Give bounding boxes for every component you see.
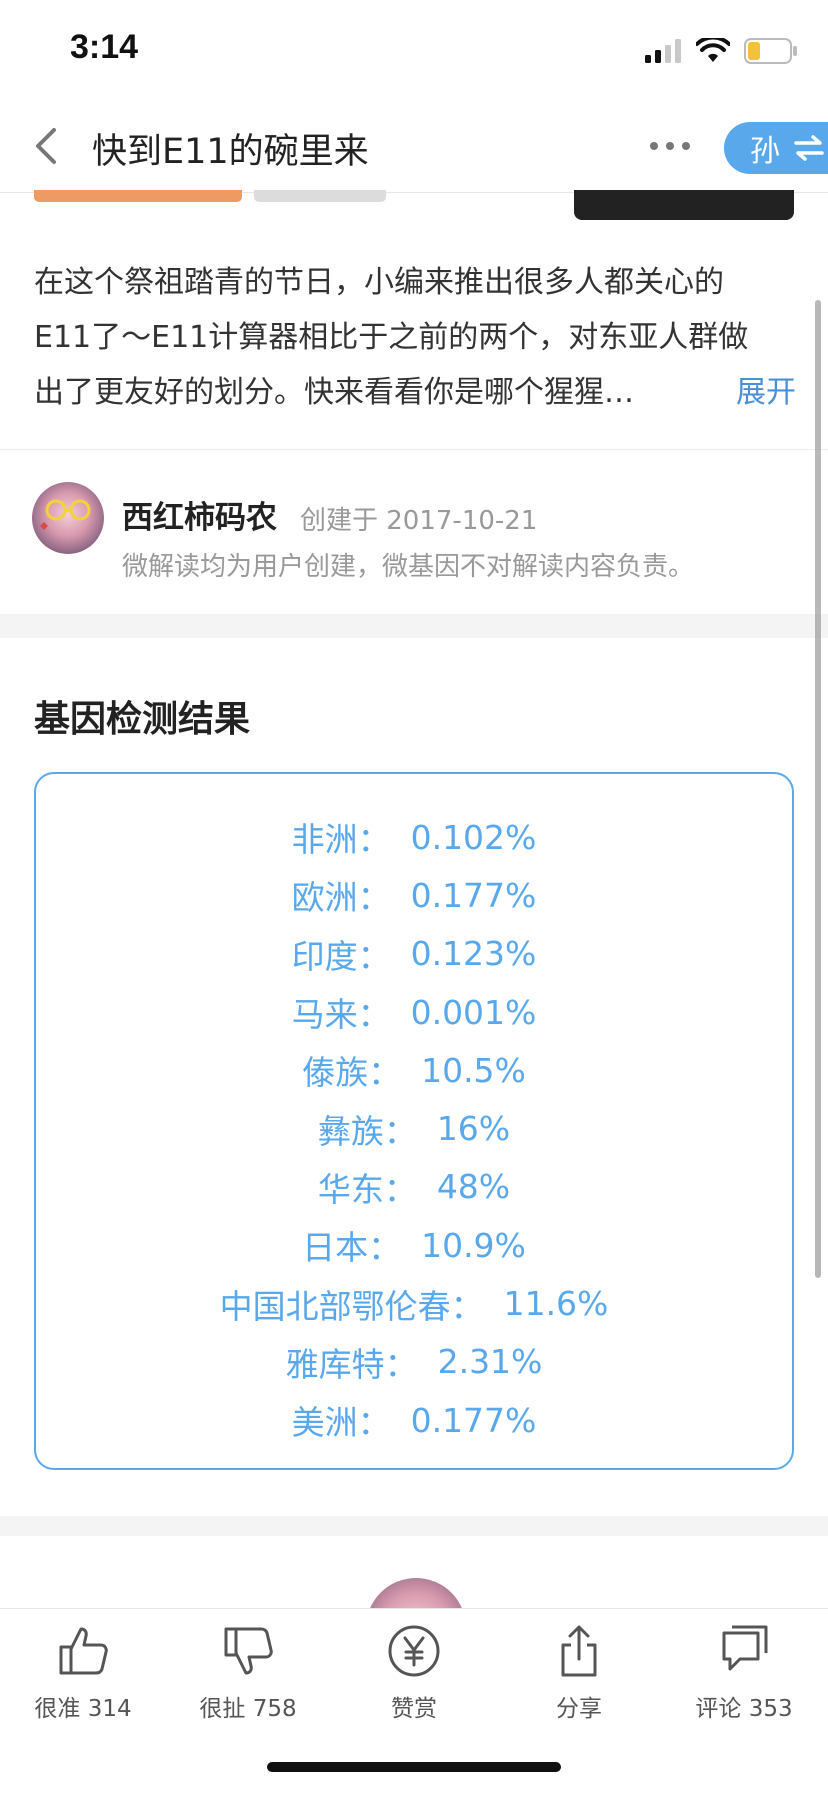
expand-link[interactable]: 展开 [736, 365, 796, 420]
status-time: 3:14 [70, 28, 139, 66]
status-icons [644, 36, 798, 66]
result-value: 48% [436, 1167, 511, 1207]
like-button[interactable]: 很准 314 [13, 1621, 153, 1723]
back-button[interactable] [28, 126, 68, 166]
result-value: 10.9% [421, 1225, 526, 1265]
result-value: 11.6% [503, 1284, 609, 1324]
result-row: 非洲： 0.102% [36, 808, 792, 866]
result-row: 美洲： 0.177% [36, 1391, 792, 1449]
result-row: 日本： 10.9% [36, 1216, 792, 1274]
more-button[interactable] [648, 128, 692, 164]
more-dots-icon [650, 142, 690, 150]
comment-button[interactable]: 评论 353 [674, 1621, 814, 1723]
result-value: 10.5% [421, 1050, 526, 1090]
result-value: 0.001% [410, 992, 537, 1032]
result-label: 日本： [302, 1228, 402, 1268]
reward-label: 赞赏 [391, 1696, 437, 1722]
thumbs-up-icon [59, 1627, 108, 1675]
author-avatar[interactable] [32, 482, 104, 554]
result-label: 傣族： [302, 1053, 402, 1093]
result-row: 中国北部鄂伦春： 11.6% [36, 1274, 792, 1332]
result-label: 彝族： [317, 1111, 417, 1151]
switch-arrows-icon [794, 135, 824, 161]
results-list: 非洲： 0.102% 欧洲： 0.177% 印度： 0.123% 马来： 0.001% 傣族： 1… [36, 808, 792, 1449]
result-label: 非洲： [291, 820, 391, 860]
result-row: 华东： 48% [36, 1158, 792, 1216]
partial-orange-tab[interactable] [34, 190, 242, 202]
section-separator [0, 1516, 828, 1536]
dislike-label: 很扯 758 [199, 1696, 297, 1722]
result-label: 雅库特： [285, 1344, 418, 1384]
result-row: 雅库特： 2.31% [36, 1333, 792, 1391]
result-label: 马来： [291, 995, 391, 1035]
partial-cover-image [574, 190, 794, 220]
section-separator [0, 614, 828, 638]
share-button[interactable]: 分享 [509, 1621, 649, 1723]
signal-icon [645, 39, 681, 63]
author-name[interactable]: 西红柿码农 [122, 492, 277, 537]
result-value: 0.123% [410, 934, 537, 974]
profile-switch-button[interactable]: 孙 [724, 122, 828, 174]
result-row: 印度： 0.123% [36, 925, 792, 983]
divider [0, 449, 828, 450]
profile-switch-label: 孙 [750, 134, 780, 169]
result-value: 0.177% [410, 875, 537, 915]
thumbs-down-icon [224, 1627, 273, 1675]
result-label: 欧洲： [291, 878, 391, 918]
created-date: 创建于 2017-10-21 [300, 506, 538, 536]
intro-text: 在这个祭祖踏青的节日，小编来推出很多人都关心的 E11了～E11计算器相比于之前… [34, 255, 796, 420]
reward-button[interactable]: 赞赏 [344, 1621, 484, 1723]
battery-icon [744, 38, 797, 64]
results-title: 基因检测结果 [34, 699, 251, 740]
result-row: 马来： 0.001% [36, 983, 792, 1041]
result-label: 印度： [291, 936, 391, 976]
like-label: 很准 314 [34, 1696, 132, 1722]
intro-line: 在这个祭祖踏青的节日，小编来推出很多人都关心的 [34, 265, 724, 300]
result-value: 2.31% [437, 1342, 543, 1382]
wifi-icon [696, 38, 730, 62]
result-label: 美洲： [291, 1403, 391, 1443]
share-label: 分享 [556, 1696, 602, 1722]
result-value: 0.177% [410, 1400, 537, 1440]
result-value: 0.102% [410, 817, 537, 857]
intro-line: E11了～E11计算器相比于之前的两个，对东亚人群做 [34, 320, 749, 355]
back-chevron-icon [36, 128, 56, 164]
dislike-button[interactable]: 很扯 758 [178, 1621, 318, 1723]
yen-coin-icon [388, 1625, 440, 1677]
share-icon [561, 1625, 597, 1677]
result-row: 傣族： 10.5% [36, 1041, 792, 1099]
intro-line: 出了更友好的划分。快来看看你是哪个猩猩… [34, 375, 634, 410]
result-value: 16% [436, 1109, 511, 1149]
result-label: 华东： [317, 1169, 417, 1209]
scrollbar[interactable] [815, 300, 821, 1278]
results-box: 非洲： 0.102% 欧洲： 0.177% 印度： 0.123% 马来： 0.001% 傣族： 1… [34, 772, 794, 1470]
page-title: 快到E11的碗里来 [92, 132, 369, 172]
nav-header: 快到E11的碗里来 孙 [0, 106, 828, 188]
avatar-glasses-icon [40, 499, 91, 530]
comment-icon [722, 1625, 768, 1671]
result-row: 欧洲： 0.177% [36, 866, 792, 924]
home-indicator [267, 1762, 561, 1772]
comment-label: 评论 353 [695, 1696, 793, 1722]
result-label: 中国北部鄂伦春： [219, 1286, 484, 1326]
disclaimer-text: 微解读均为用户创建，微基因不对解读内容负责。 [122, 552, 695, 582]
partial-gray-tab[interactable] [254, 190, 386, 202]
result-row: 彝族： 16% [36, 1099, 792, 1157]
